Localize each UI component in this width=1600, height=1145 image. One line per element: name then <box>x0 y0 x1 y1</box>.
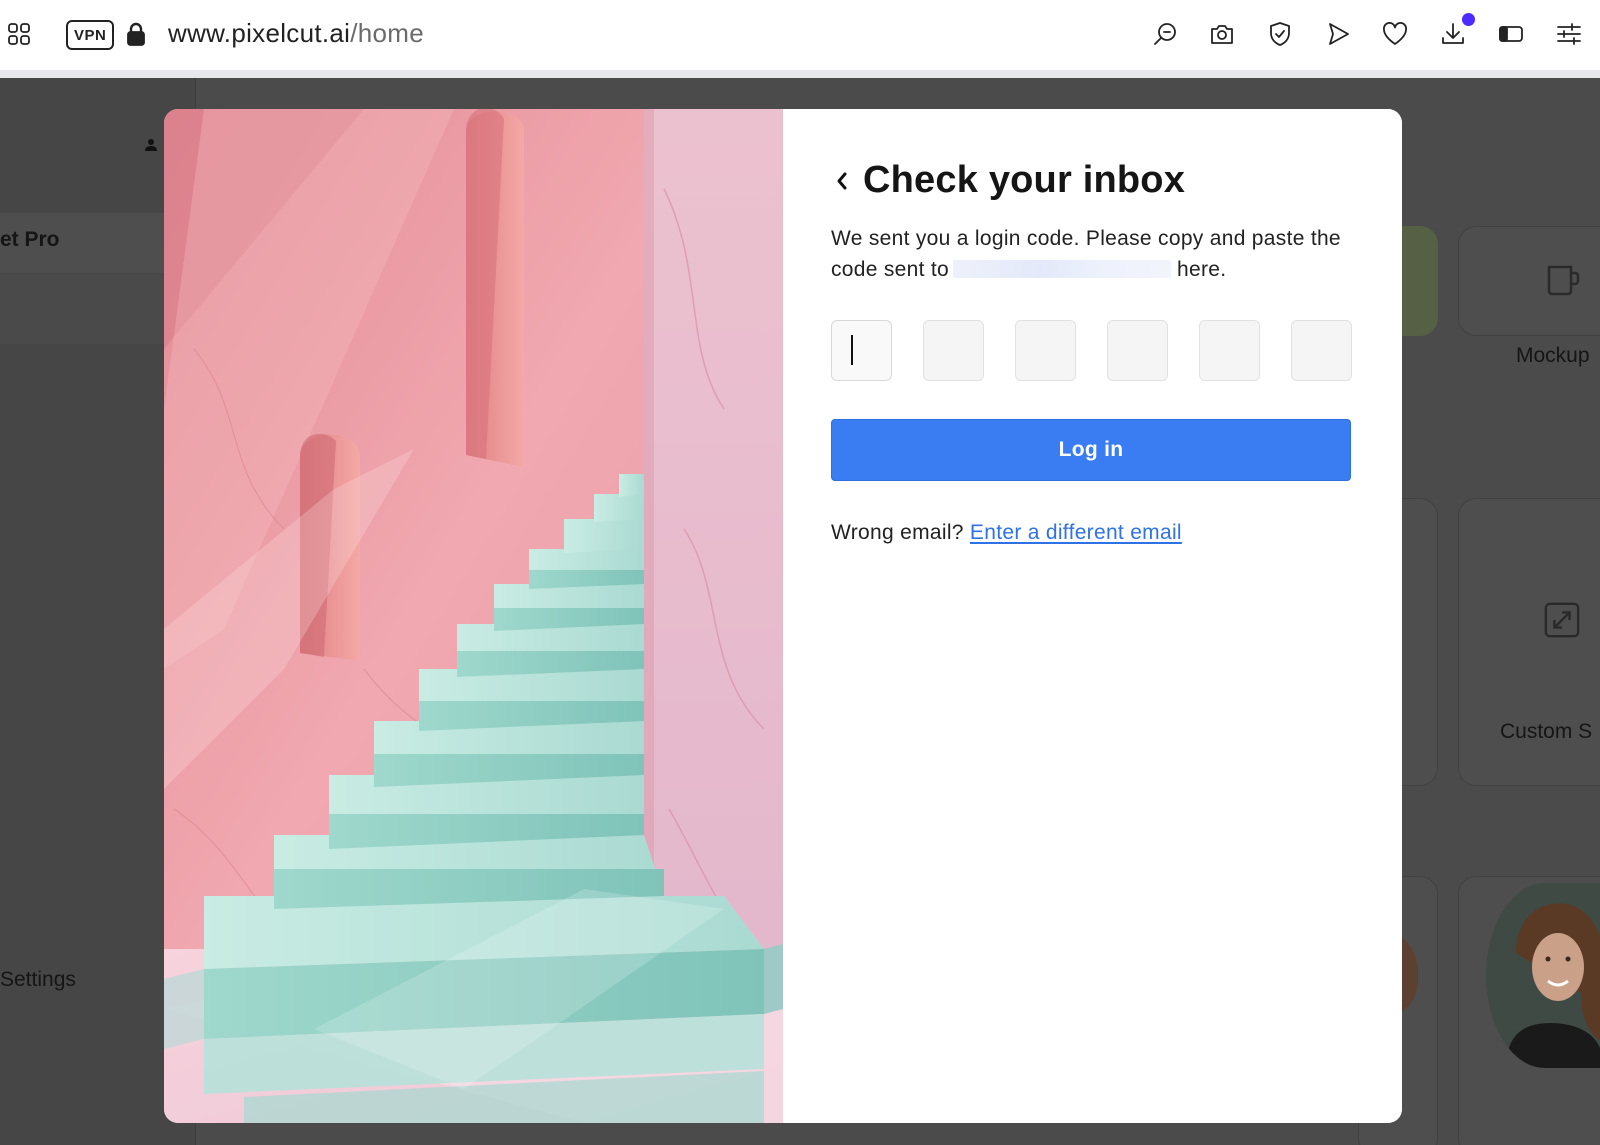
tabs-grid-icon[interactable] <box>2 17 36 51</box>
back-button[interactable] <box>831 167 853 195</box>
sidebar-icon[interactable] <box>1494 17 1528 51</box>
code-digit-wrapper <box>831 320 892 381</box>
code-digit-1[interactable] <box>831 320 892 381</box>
sidebar-settings-label: Settings <box>0 968 76 991</box>
instructions-text-after: here. <box>1177 258 1227 281</box>
card-custom-label: Custom S <box>1500 720 1593 743</box>
search-icon[interactable] <box>1148 17 1182 51</box>
staircase-illustration <box>164 109 783 1123</box>
code-digit-2[interactable] <box>923 320 984 381</box>
wrong-email-text: Wrong email? <box>831 521 964 544</box>
mug-icon <box>1547 265 1580 296</box>
url-host: www.pixelcut.ai <box>168 18 351 48</box>
browser-toolbar: VPN www.pixelcut.ai/home <box>0 0 1600 70</box>
camera-icon[interactable] <box>1205 17 1239 51</box>
code-digit-5[interactable] <box>1199 320 1260 381</box>
settings-sliders-icon[interactable] <box>1552 17 1586 51</box>
redacted-email <box>953 260 1172 278</box>
lock-icon[interactable] <box>119 17 153 51</box>
user-icon <box>145 139 157 151</box>
login-panel: Check your inbox We sent you a login cod… <box>783 109 1402 1123</box>
login-button[interactable]: Log in <box>831 419 1351 481</box>
vpn-badge[interactable]: VPN <box>66 20 115 50</box>
address-bar[interactable]: www.pixelcut.ai/home <box>168 18 424 49</box>
code-digit-4[interactable] <box>1107 320 1168 381</box>
chevron-left-icon <box>837 172 847 190</box>
code-digit-3[interactable] <box>1015 320 1076 381</box>
sidebar-pro-label: et Pro <box>0 228 60 251</box>
heart-icon[interactable] <box>1378 17 1412 51</box>
background-card-mockup <box>1458 226 1600 336</box>
download-badge <box>1462 13 1475 26</box>
send-icon[interactable] <box>1321 17 1355 51</box>
different-email-link[interactable]: Enter a different email <box>970 521 1182 544</box>
expand-icon <box>1544 602 1580 638</box>
card-mockup-label: Mockup <box>1516 344 1590 367</box>
page-title: Check your inbox <box>863 159 1186 201</box>
code-input-group <box>831 320 1352 381</box>
avatar <box>1486 883 1600 1068</box>
instructions-text: We sent you a login code. Please copy an… <box>831 223 1351 285</box>
shield-icon[interactable] <box>1263 17 1297 51</box>
wrong-email-row: Wrong email? Enter a different email <box>831 521 1182 545</box>
url-path: /home <box>350 18 424 48</box>
text-caret <box>851 335 853 365</box>
browser-divider <box>0 70 1600 78</box>
code-digit-6[interactable] <box>1291 320 1352 381</box>
login-modal: Check your inbox We sent you a login cod… <box>164 109 1402 1123</box>
